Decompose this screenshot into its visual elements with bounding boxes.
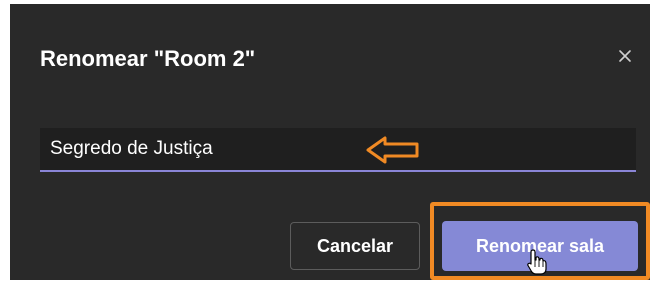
- left-arrow-annotation-icon: [365, 135, 421, 165]
- close-icon[interactable]: [613, 44, 637, 68]
- rename-room-dialog: Renomear "Room 2" Cancelar Renomear sala: [10, 4, 650, 280]
- screenshot-frame: Renomear "Room 2" Cancelar Renomear sala: [0, 0, 654, 284]
- room-name-input[interactable]: [40, 128, 636, 172]
- cancel-button[interactable]: Cancelar: [290, 222, 420, 270]
- dialog-title: Renomear "Room 2": [40, 46, 256, 71]
- rename-room-button[interactable]: Renomear sala: [442, 221, 638, 271]
